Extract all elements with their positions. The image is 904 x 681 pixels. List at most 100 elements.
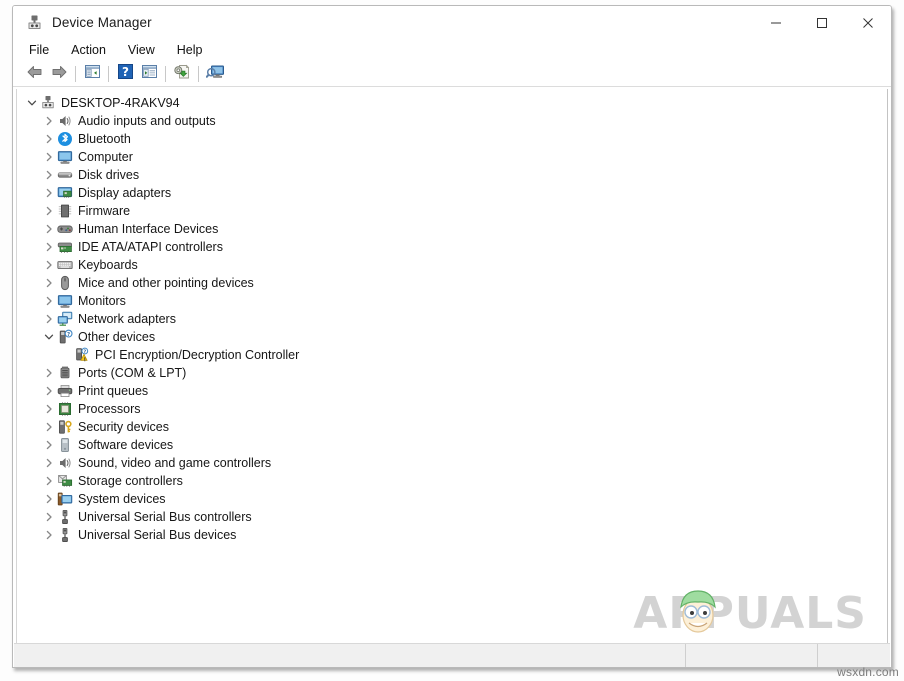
tree-item-software-devices[interactable]: Software devices — [17, 436, 887, 454]
maximize-button[interactable] — [799, 6, 845, 39]
update-driver-button[interactable] — [170, 63, 194, 85]
chevron-right-icon[interactable] — [41, 203, 57, 219]
security-key-icon — [57, 419, 73, 435]
other-device-icon: ? — [57, 329, 73, 345]
tree-item-firmware[interactable]: Firmware — [17, 202, 887, 220]
tree-item-pci-encryption-decryption-controller[interactable]: ? PCI Encryption/Decryption Controller — [17, 346, 887, 364]
tree-item-other-devices[interactable]: ? Other devices — [17, 328, 887, 346]
appuals-watermark-text: APPUALS — [633, 588, 867, 639]
window-title: Device Manager — [52, 15, 152, 30]
chevron-right-icon[interactable] — [41, 491, 57, 507]
question-mark-icon: ? — [117, 64, 133, 84]
minimize-button[interactable] — [753, 6, 799, 39]
chevron-right-icon[interactable] — [41, 311, 57, 327]
tree-item-disk-drives[interactable]: Disk drives — [17, 166, 887, 184]
tree-item-monitors[interactable]: Monitors — [17, 292, 887, 310]
toolbar-separator — [75, 66, 76, 82]
close-button[interactable] — [845, 6, 891, 39]
tree-item-processors[interactable]: Processors — [17, 400, 887, 418]
back-button[interactable] — [23, 63, 47, 85]
scan-hardware-changes-button[interactable] — [203, 63, 227, 85]
ide-controller-icon — [57, 239, 73, 255]
tree-item-label: Software devices — [78, 438, 174, 452]
chevron-right-icon[interactable] — [41, 473, 57, 489]
tree-item-bluetooth[interactable]: Bluetooth — [17, 130, 887, 148]
printer-icon — [57, 383, 73, 399]
tree-item-label: Storage controllers — [78, 474, 183, 488]
show-hide-console-tree-button[interactable] — [80, 63, 104, 85]
tree-item-label: Ports (COM & LPT) — [78, 366, 187, 380]
appuals-watermark: APPUALS — [633, 588, 867, 639]
tree-item-label: Firmware — [78, 204, 131, 218]
tree-item-universal-serial-bus-controllers[interactable]: Universal Serial Bus controllers — [17, 508, 887, 526]
chevron-right-icon[interactable] — [41, 149, 57, 165]
tree-item-label: Universal Serial Bus controllers — [78, 510, 252, 524]
tree-item-label: Network adapters — [78, 312, 176, 326]
tree-item-label: Monitors — [78, 294, 126, 308]
tree-item-keyboards[interactable]: Keyboards — [17, 256, 887, 274]
chevron-right-icon[interactable] — [41, 221, 57, 237]
bluetooth-icon — [57, 131, 73, 147]
tree-item-root[interactable]: DESKTOP-4RAKV94 — [17, 94, 887, 112]
menu-view[interactable]: View — [125, 41, 165, 60]
monitor-icon — [57, 149, 73, 165]
computer-root-icon — [40, 95, 56, 111]
chevron-right-icon[interactable] — [41, 455, 57, 471]
chevron-right-icon[interactable] — [41, 239, 57, 255]
device-tree-pane[interactable]: APPUALS DESKTOP-4RAKV94 Audio inputs and… — [16, 89, 888, 647]
tree-item-display-adapters[interactable]: Display adapters — [17, 184, 887, 202]
tree-item-human-interface-devices[interactable]: Human Interface Devices — [17, 220, 887, 238]
tree-item-label: System devices — [78, 492, 166, 506]
tree-item-mice-and-other-pointing-devices[interactable]: Mice and other pointing devices — [17, 274, 887, 292]
chevron-right-icon[interactable] — [41, 185, 57, 201]
tree-item-ports-com-and-lpt[interactable]: Ports (COM & LPT) — [17, 364, 887, 382]
chevron-right-icon[interactable] — [41, 257, 57, 273]
chevron-right-icon[interactable] — [41, 401, 57, 417]
tree-item-storage-controllers[interactable]: Storage controllers — [17, 472, 887, 490]
device-tree[interactable]: DESKTOP-4RAKV94 Audio inputs and outputs… — [17, 89, 887, 544]
tree-item-computer[interactable]: Computer — [17, 148, 887, 166]
svg-text:?: ? — [122, 65, 129, 79]
toolbar: ? — [13, 62, 891, 87]
port-icon — [57, 365, 73, 381]
tree-item-label: Mice and other pointing devices — [78, 276, 254, 290]
tree-item-universal-serial-bus-devices[interactable]: Universal Serial Bus devices — [17, 526, 887, 544]
tree-item-system-devices[interactable]: System devices — [17, 490, 887, 508]
chevron-right-icon[interactable] — [41, 167, 57, 183]
chevron-down-icon[interactable] — [24, 95, 40, 111]
chevron-right-icon[interactable] — [41, 131, 57, 147]
chevron-right-icon[interactable] — [41, 509, 57, 525]
properties-button[interactable] — [137, 63, 161, 85]
storage-controller-icon — [57, 473, 73, 489]
tree-item-ide-ata-atapi-controllers[interactable]: IDE ATA/ATAPI controllers — [17, 238, 887, 256]
chevron-right-icon[interactable] — [41, 293, 57, 309]
toolbar-separator — [198, 66, 199, 82]
menu-help[interactable]: Help — [174, 41, 213, 60]
chevron-right-icon[interactable] — [41, 113, 57, 129]
tree-item-network-adapters[interactable]: Network adapters — [17, 310, 887, 328]
tree-item-print-queues[interactable]: Print queues — [17, 382, 887, 400]
chevron-right-icon[interactable] — [41, 383, 57, 399]
forward-button[interactable] — [47, 63, 71, 85]
tree-item-audio-inputs-and-outputs[interactable]: Audio inputs and outputs — [17, 112, 887, 130]
menu-action[interactable]: Action — [68, 41, 116, 60]
gamepad-icon — [57, 221, 73, 237]
tree-item-label: Security devices — [78, 420, 170, 434]
chevron-right-icon[interactable] — [41, 365, 57, 381]
speaker-icon — [57, 113, 73, 129]
back-arrow-icon — [26, 64, 44, 85]
chevron-right-icon[interactable] — [41, 275, 57, 291]
tree-item-sound-video-and-game-controllers[interactable]: Sound, video and game controllers — [17, 454, 887, 472]
menu-file[interactable]: File — [26, 41, 59, 60]
tree-item-label: Universal Serial Bus devices — [78, 528, 237, 542]
display-adapter-icon — [57, 185, 73, 201]
tree-item-label: IDE ATA/ATAPI controllers — [78, 240, 223, 254]
chevron-down-icon[interactable] — [41, 329, 57, 345]
help-button[interactable]: ? — [113, 63, 137, 85]
chevron-right-icon[interactable] — [41, 419, 57, 435]
tree-item-security-devices[interactable]: Security devices — [17, 418, 887, 436]
chevron-right-icon[interactable] — [41, 527, 57, 543]
toolbar-separator — [108, 66, 109, 82]
chevron-right-icon[interactable] — [41, 437, 57, 453]
speaker-icon — [57, 455, 73, 471]
